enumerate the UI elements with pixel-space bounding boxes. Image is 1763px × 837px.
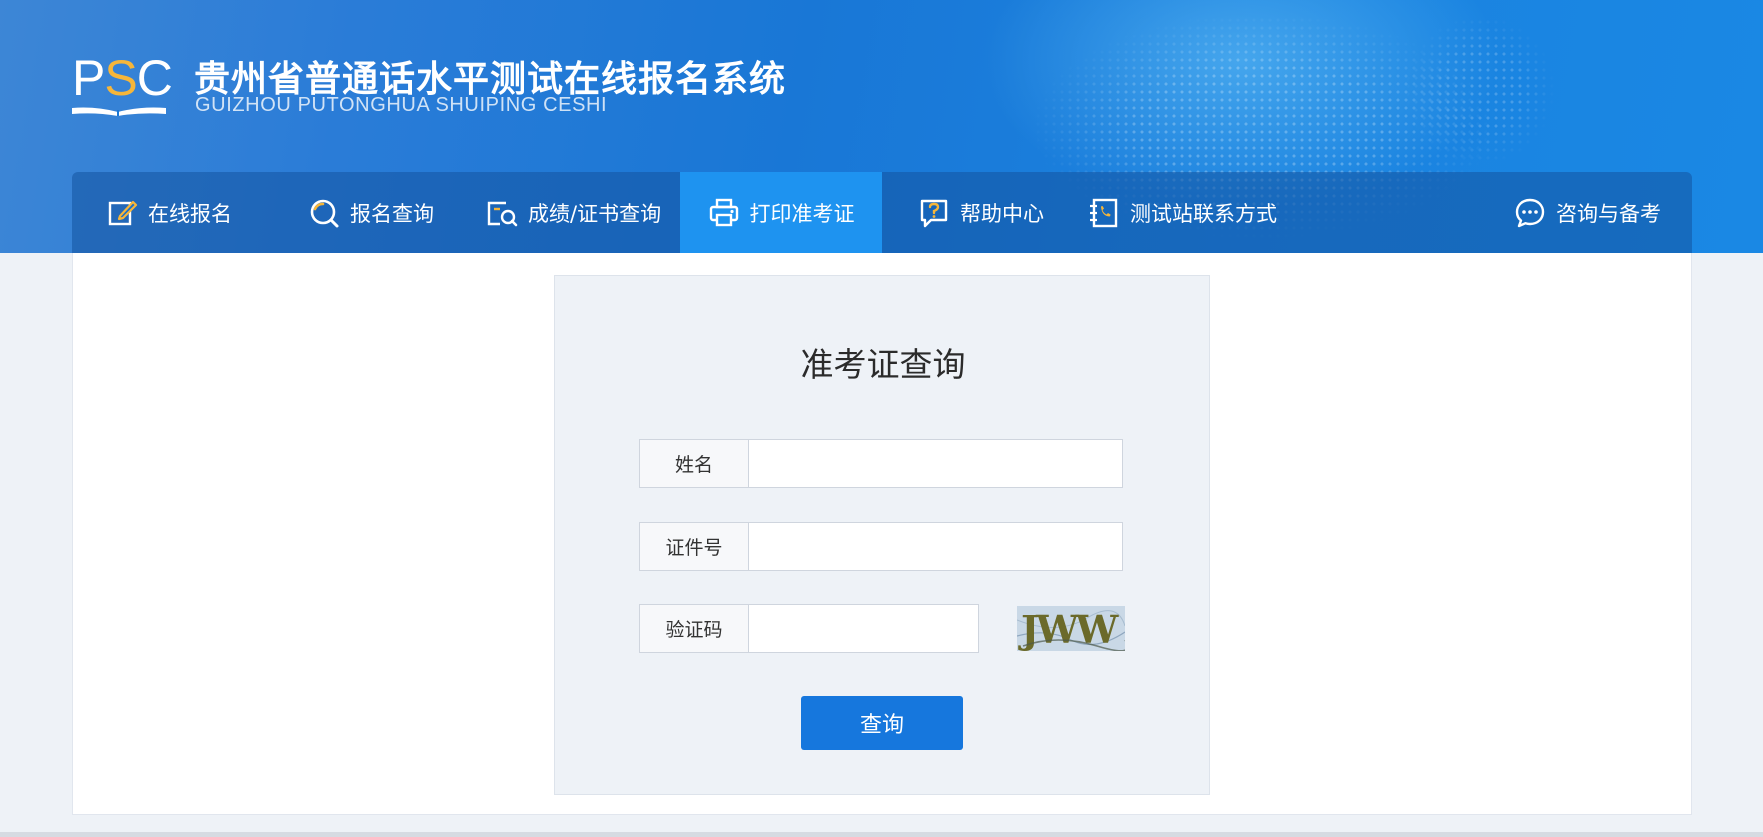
captcha-label: 验证码 — [639, 604, 749, 653]
admission-ticket-query-panel: 准考证查询 姓名 证件号 验证码 JWW 查询 — [554, 275, 1210, 795]
chat-bubble-icon — [1514, 197, 1546, 229]
site-subtitle: GUIZHOU PUTONGHUA SHUIPING CESHI — [195, 94, 608, 116]
captcha-input[interactable] — [749, 604, 979, 653]
captcha-image[interactable]: JWW — [1017, 606, 1125, 651]
main-nav: 在线报名 报名查询 成绩/证书查询 打印准考证 帮助中心 测试站联系方式 咨询与… — [72, 172, 1692, 253]
name-input[interactable] — [749, 439, 1123, 488]
name-label: 姓名 — [639, 439, 749, 488]
nav-item-label: 打印准考证 — [749, 201, 855, 226]
logo-letters: PSC — [72, 50, 173, 106]
printer-icon — [708, 197, 740, 229]
nav-item-label: 测试站联系方式 — [1130, 201, 1277, 226]
psc-logo[interactable]: PSC — [72, 52, 173, 118]
phone-book-icon — [1088, 197, 1120, 229]
id-number-label: 证件号 — [639, 522, 749, 571]
nav-item-test-center-contacts[interactable]: 测试站联系方式 — [1088, 172, 1277, 253]
edit-icon — [106, 197, 138, 229]
nav-item-label: 成绩/证书查询 — [528, 201, 662, 226]
header-banner: PSC 贵州省普通话水平测试在线报名系统 GUIZHOU PUTONGHUA S… — [0, 0, 1763, 253]
nav-item-consult-prepare[interactable]: 咨询与备考 — [1514, 172, 1661, 253]
nav-item-label: 在线报名 — [148, 201, 232, 226]
nav-item-score-certificate-query[interactable]: 成绩/证书查询 — [486, 172, 661, 253]
captcha-text: JWW — [1018, 607, 1120, 651]
nav-item-registration-query[interactable]: 报名查询 — [308, 172, 434, 253]
page-bottom-strip — [0, 832, 1763, 837]
certificate-search-icon — [486, 197, 518, 229]
query-button[interactable]: 查询 — [801, 696, 963, 750]
form-title: 准考证查询 — [800, 345, 966, 384]
nav-item-label: 帮助中心 — [960, 201, 1044, 226]
search-circle-icon — [308, 197, 340, 229]
help-icon — [918, 197, 950, 229]
nav-item-help-center[interactable]: 帮助中心 — [918, 172, 1044, 253]
nav-item-label: 报名查询 — [350, 201, 434, 226]
nav-item-online-registration[interactable]: 在线报名 — [106, 172, 232, 253]
page: PSC 贵州省普通话水平测试在线报名系统 GUIZHOU PUTONGHUA S… — [0, 0, 1763, 837]
nav-item-label: 咨询与备考 — [1556, 201, 1661, 226]
nav-item-print-admission-ticket[interactable]: 打印准考证 — [680, 172, 882, 253]
book-icon — [72, 107, 166, 116]
id-number-input[interactable] — [749, 522, 1123, 571]
